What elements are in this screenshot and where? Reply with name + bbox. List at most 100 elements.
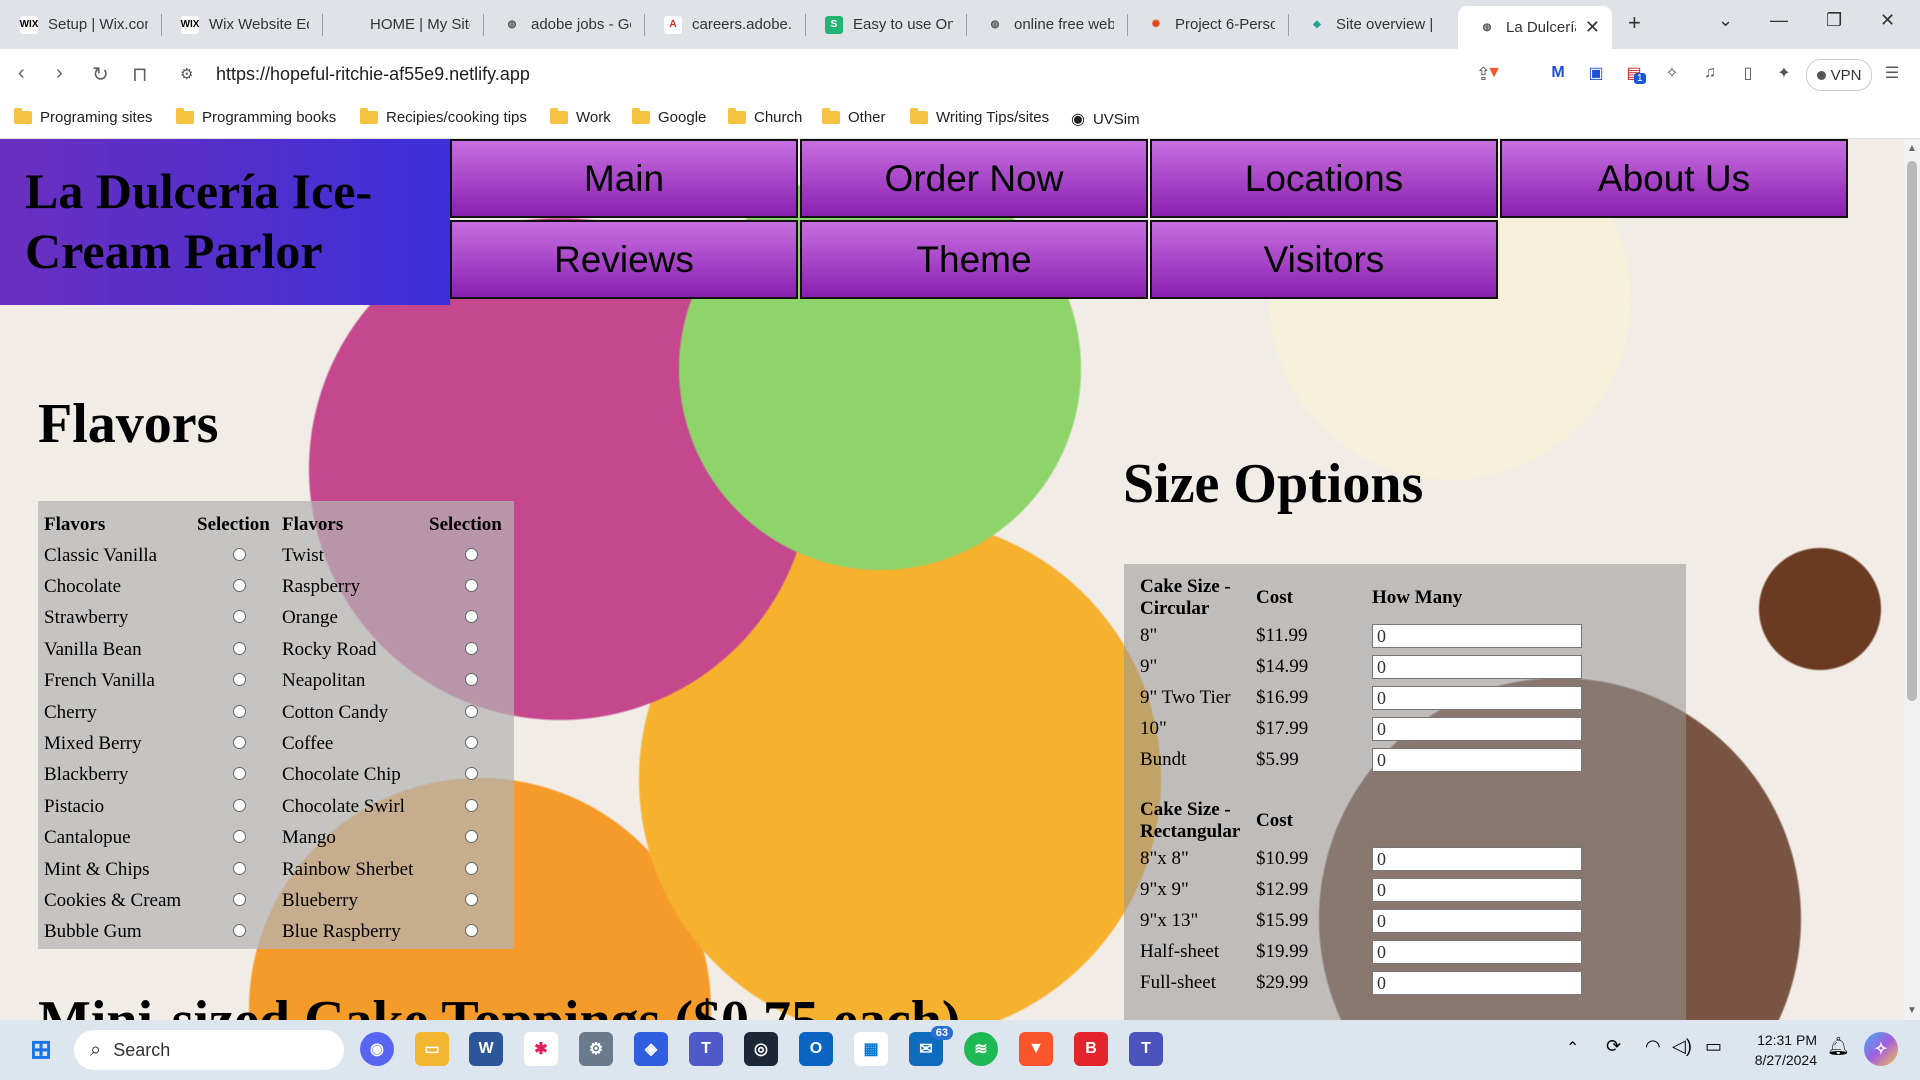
flavor-radio[interactable] <box>233 798 246 812</box>
nav-about-us[interactable]: About Us <box>1500 139 1848 218</box>
flavor-radio[interactable] <box>465 610 478 624</box>
flavor-radio[interactable] <box>465 736 478 750</box>
bookmark-item[interactable]: Recipies/cooking tips <box>360 108 527 126</box>
flavor-radio[interactable] <box>465 547 478 561</box>
flavor-radio[interactable] <box>465 579 478 593</box>
scrollbar-thumb[interactable] <box>1907 161 1917 701</box>
b-app-icon[interactable]: B <box>1074 1032 1108 1066</box>
brave-browser-icon[interactable]: ▼ <box>1019 1032 1053 1066</box>
close-tab-icon[interactable]: ✕ <box>1585 17 1600 38</box>
bitwarden-icon[interactable]: ▣ <box>1584 61 1608 85</box>
browser-tab[interactable]: HOME | My Site <box>322 6 483 43</box>
flavor-radio[interactable] <box>465 830 478 844</box>
bookmark-item[interactable]: ◉ UVSim <box>1071 109 1140 129</box>
word-icon[interactable]: W <box>469 1032 503 1066</box>
bookmark-item[interactable]: Work <box>550 108 611 126</box>
copilot-icon[interactable]: ✧ <box>1864 1032 1898 1066</box>
browser-tab-active[interactable]: ◍ La Dulcería ✕ <box>1458 6 1612 49</box>
flavor-radio[interactable] <box>233 704 246 718</box>
volume-icon[interactable]: ◁) <box>1672 1036 1692 1057</box>
brave-shield-icon[interactable]: ▼ <box>1482 61 1506 85</box>
flavor-radio[interactable] <box>465 767 478 781</box>
flavor-radio[interactable] <box>233 673 246 687</box>
close-window-icon[interactable]: ✕ <box>1880 10 1895 31</box>
flavor-radio[interactable] <box>233 641 246 655</box>
teams-work-icon[interactable]: T <box>1129 1032 1163 1066</box>
maximize-icon[interactable]: ❐ <box>1826 10 1842 31</box>
flavor-radio[interactable] <box>233 892 246 906</box>
slack-icon[interactable]: ✱ <box>524 1032 558 1066</box>
bookmark-item[interactable]: Other <box>822 108 886 126</box>
scroll-up-icon[interactable]: ▲ <box>1907 143 1917 154</box>
minimize-icon[interactable]: — <box>1770 10 1788 31</box>
nav-theme[interactable]: Theme <box>800 220 1148 299</box>
quantity-input[interactable]: 0 <box>1372 846 1582 871</box>
browser-tab[interactable]: ✺ Project 6-Personal <box>1127 6 1288 43</box>
bookmark-item[interactable]: Programming books <box>176 108 336 126</box>
quantity-input[interactable]: 0 <box>1372 877 1582 902</box>
quantity-input[interactable]: 0 <box>1372 685 1582 710</box>
flavor-radio[interactable] <box>233 610 246 624</box>
flavor-radio[interactable] <box>465 673 478 687</box>
browser-tab[interactable]: ◍ adobe jobs - Google <box>483 6 644 43</box>
system-clock[interactable]: 12:31 PM 8/27/2024 <box>1743 1030 1817 1070</box>
page-scrollbar[interactable]: ▲ ▼ <box>1904 139 1920 1020</box>
notification-bell-icon[interactable]: 🔔︎ <box>1827 1036 1850 1057</box>
flavor-radio[interactable] <box>465 704 478 718</box>
vpn-button[interactable]: VPN <box>1806 59 1872 91</box>
quantity-input[interactable]: 0 <box>1372 908 1582 933</box>
malwarebytes-icon[interactable]: M <box>1546 61 1570 85</box>
bookmark-item[interactable]: Writing Tips/sites <box>910 108 1049 126</box>
quantity-input[interactable]: 0 <box>1372 939 1582 964</box>
bitwarden-app-icon[interactable]: ◈ <box>634 1032 668 1066</box>
bookmark-item[interactable]: Church <box>728 108 802 126</box>
wifi-icon[interactable]: ◠ <box>1645 1036 1661 1057</box>
flavor-radio[interactable] <box>233 767 246 781</box>
teams-icon[interactable]: T <box>689 1032 723 1066</box>
new-tab-icon[interactable]: + <box>1628 10 1641 36</box>
quantity-input[interactable]: 0 <box>1372 970 1582 995</box>
nav-visitors[interactable]: Visitors <box>1150 220 1498 299</box>
quantity-input[interactable]: 0 <box>1372 747 1582 772</box>
site-info-icon[interactable]: ⚙ <box>180 65 193 83</box>
flavor-radio[interactable] <box>233 579 246 593</box>
flavor-radio[interactable] <box>233 830 246 844</box>
forward-icon[interactable]: › <box>56 62 63 85</box>
steam-icon[interactable]: ◎ <box>744 1032 778 1066</box>
extensions-icon[interactable]: ✧ <box>1660 61 1684 85</box>
nav-order-now[interactable]: Order Now <box>800 139 1148 218</box>
flavor-radio[interactable] <box>465 641 478 655</box>
mail-icon[interactable]: ✉ 63 <box>909 1026 953 1066</box>
microsoft-store-icon[interactable]: ▦ <box>854 1032 888 1066</box>
bookmark-item[interactable]: Programing sites <box>14 108 153 126</box>
spotify-icon[interactable]: ≋ <box>964 1032 998 1066</box>
battery-icon[interactable]: ▭ <box>1705 1036 1722 1057</box>
reload-icon[interactable]: ↻ <box>92 62 109 87</box>
sync-icon[interactable]: ⟳ <box>1606 1036 1621 1057</box>
quantity-input[interactable]: 0 <box>1372 654 1582 679</box>
sidebar-icon[interactable]: ▯ <box>1736 61 1760 85</box>
nav-locations[interactable]: Locations <box>1150 139 1498 218</box>
browser-tab[interactable]: ◍ online free website <box>966 6 1127 43</box>
settings-icon[interactable]: ⚙ <box>579 1032 613 1066</box>
bookmark-icon[interactable]: ⊓ <box>132 62 148 87</box>
flavor-radio[interactable] <box>465 861 478 875</box>
scroll-down-icon[interactable]: ▼ <box>1907 1005 1917 1016</box>
flavor-radio[interactable] <box>465 924 478 938</box>
address-bar[interactable]: ⚙ https://hopeful-ritchie-af55e9.netlify… <box>170 55 1525 93</box>
flavor-radio[interactable] <box>233 861 246 875</box>
back-icon[interactable]: ‹ <box>18 62 25 85</box>
media-icon[interactable]: ♫ <box>1698 61 1722 85</box>
flavor-radio[interactable] <box>233 736 246 750</box>
browser-tab[interactable]: WIX Setup | Wix.com <box>0 6 161 43</box>
extension-alert-icon[interactable]: ▤1 <box>1622 61 1646 85</box>
flavor-radio[interactable] <box>465 892 478 906</box>
taskbar-search[interactable]: ⌕ Search <box>74 1030 344 1070</box>
quantity-input[interactable]: 0 <box>1372 716 1582 741</box>
flavor-radio[interactable] <box>233 547 246 561</box>
browser-tab[interactable]: ◆ Site overview | Netlify <box>1288 6 1449 43</box>
nav-reviews[interactable]: Reviews <box>450 220 798 299</box>
flavor-radio[interactable] <box>233 924 246 938</box>
menu-icon[interactable]: ☰ <box>1880 61 1904 85</box>
outlook-icon[interactable]: O <box>799 1032 833 1066</box>
